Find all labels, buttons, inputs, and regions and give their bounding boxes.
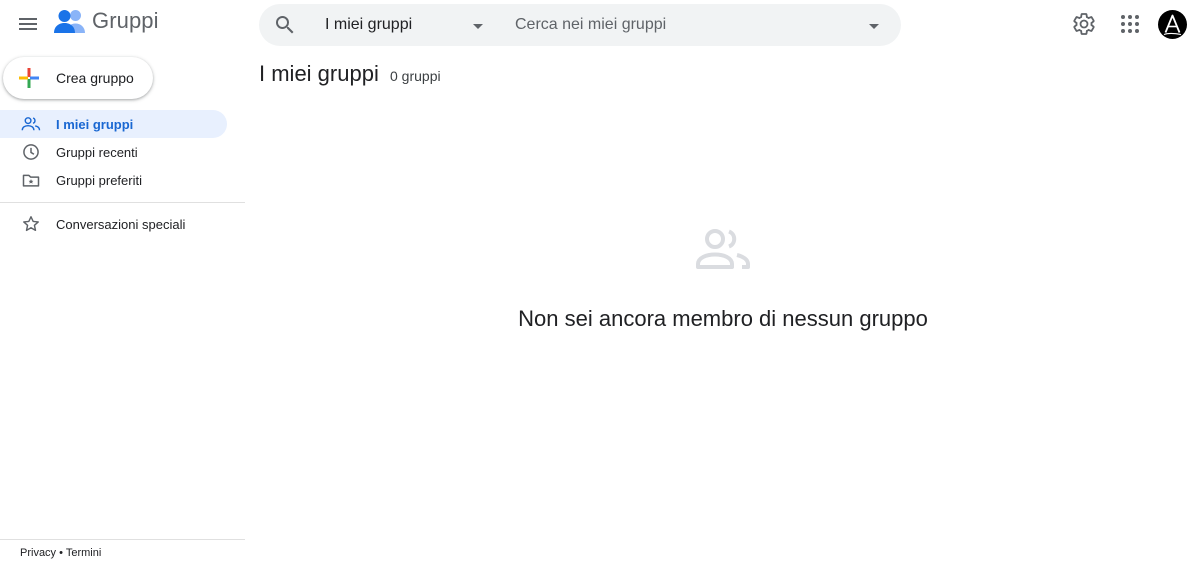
sidebar-item-starred-conversations[interactable]: Conversazioni speciali xyxy=(0,210,227,238)
account-avatar[interactable] xyxy=(1158,10,1187,39)
empty-state-message: Non sei ancora membro di nessun gruppo xyxy=(518,306,928,331)
empty-people-icon xyxy=(696,229,750,269)
sidebar-footer: Privacy • Termini xyxy=(20,547,101,559)
plus-icon xyxy=(19,68,39,88)
sidebar-item-my-groups[interactable]: I miei gruppi xyxy=(0,110,227,138)
avatar-letter-icon xyxy=(1163,14,1182,36)
sidebar-item-favorite-groups[interactable]: Gruppi preferiti xyxy=(0,166,227,194)
search-icon[interactable] xyxy=(273,13,297,37)
search-options-chevron-icon[interactable] xyxy=(869,21,879,31)
app-name: Gruppi xyxy=(92,8,159,33)
create-group-button[interactable]: Crea gruppo xyxy=(3,57,153,99)
group-count: 0 gruppi xyxy=(390,68,441,84)
sidebar-item-label: Conversazioni speciali xyxy=(56,216,186,232)
star-icon xyxy=(23,216,39,232)
clock-icon xyxy=(23,144,39,160)
search-scope-label: I miei gruppi xyxy=(325,16,413,33)
search-bar: I miei gruppi xyxy=(259,4,901,46)
search-input[interactable] xyxy=(515,12,855,38)
settings-gear-icon[interactable] xyxy=(1072,12,1096,36)
search-scope-select[interactable]: I miei gruppi xyxy=(325,4,495,46)
main-menu-button[interactable] xyxy=(10,6,46,42)
sidebar-item-recent-groups[interactable]: Gruppi recenti xyxy=(0,138,227,166)
create-group-label: Crea gruppo xyxy=(56,70,134,86)
sidebar-item-label: Gruppi recenti xyxy=(56,144,138,160)
sidebar-item-label: Gruppi preferiti xyxy=(56,172,142,188)
sidebar-item-label: I miei gruppi xyxy=(56,116,134,132)
sidebar-divider xyxy=(0,202,245,203)
privacy-link[interactable]: Privacy xyxy=(20,547,56,559)
hamburger-icon xyxy=(19,18,37,30)
star-folder-icon xyxy=(22,174,40,187)
chevron-down-icon[interactable] xyxy=(473,21,483,31)
apps-grid-icon[interactable] xyxy=(1118,12,1142,36)
footer-separator: • xyxy=(59,547,63,559)
people-icon xyxy=(21,117,41,131)
groups-logo-icon xyxy=(54,10,85,33)
terms-link[interactable]: Termini xyxy=(66,547,101,559)
app-logo[interactable]: Gruppi xyxy=(54,8,159,34)
footer-divider xyxy=(0,539,245,540)
page-title: I miei gruppi xyxy=(259,61,379,86)
